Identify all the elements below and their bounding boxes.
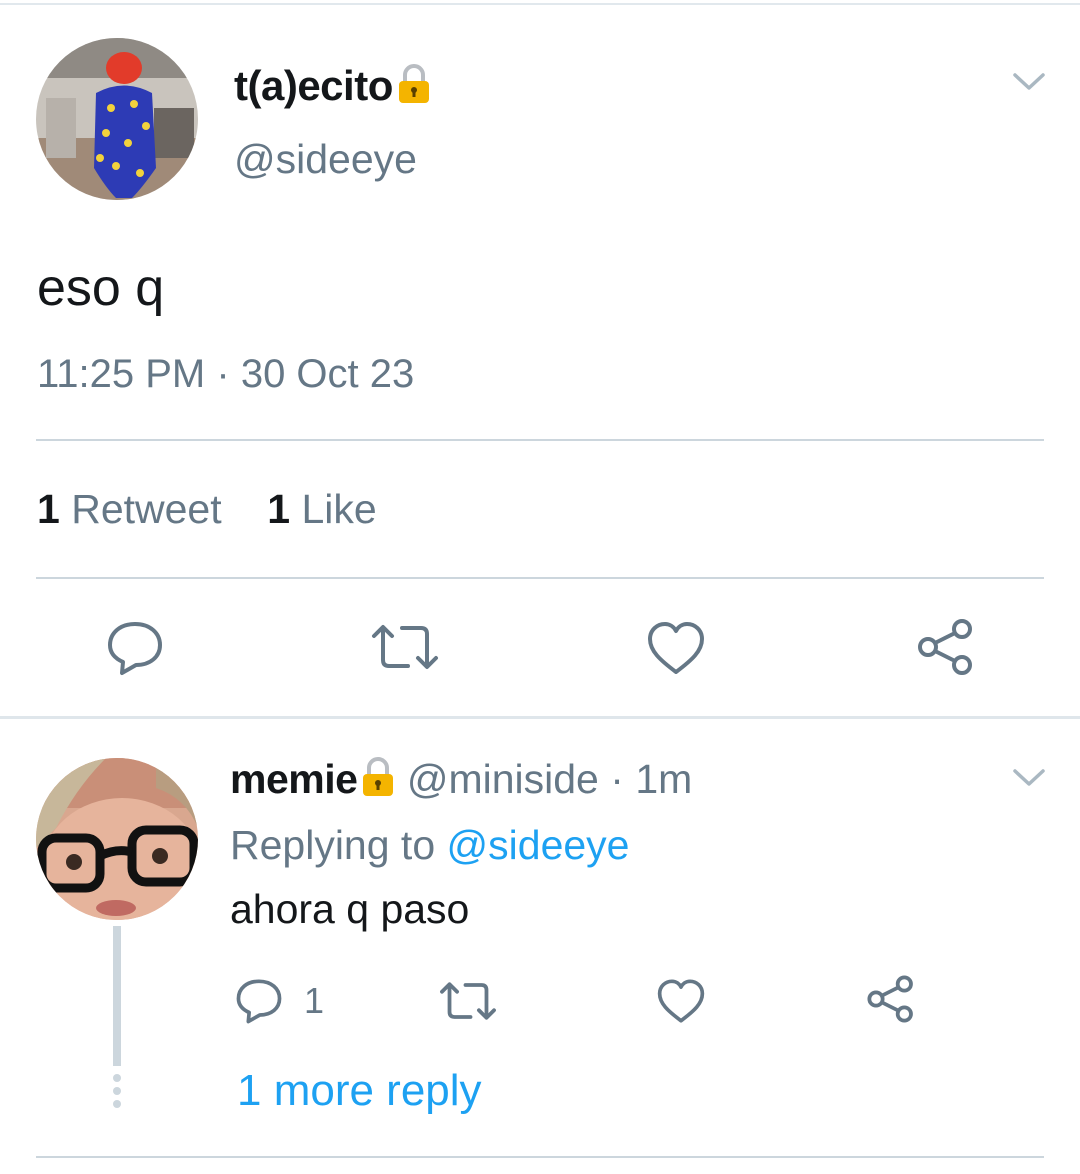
avatar[interactable] [36, 38, 198, 200]
thread-dot [113, 1087, 121, 1095]
more-replies-link[interactable]: 1 more reply [237, 1066, 482, 1116]
like-icon[interactable] [656, 978, 706, 1024]
retweet-stat[interactable]: 1 Retweet [37, 486, 222, 532]
thread-dot [113, 1100, 121, 1108]
share-icon[interactable] [866, 974, 916, 1024]
reply-age: 1m [635, 756, 693, 802]
retweet-count: 1 [37, 486, 60, 532]
divider [36, 439, 1044, 441]
reply-display-name[interactable]: memie [230, 756, 358, 802]
lock-icon [363, 757, 394, 796]
display-name-text: t(a)ecito [234, 62, 393, 109]
retweet-icon[interactable] [370, 622, 440, 672]
tweet-date: 30 Oct 23 [240, 352, 415, 396]
reply-text: ahora q paso [230, 886, 470, 932]
top-divider [0, 3, 1080, 5]
reply-header: memie @miniside · 1m [230, 756, 692, 803]
section-separator [0, 716, 1080, 719]
retweet-icon[interactable] [438, 980, 498, 1022]
tweet-text: eso q [37, 259, 165, 317]
tweet-stats: 1 Retweet 1 Like [37, 486, 377, 533]
share-icon[interactable] [916, 618, 976, 676]
reply-icon[interactable] [234, 978, 284, 1024]
handle[interactable]: @sideeye [234, 136, 417, 183]
reply-handle[interactable]: @miniside [407, 756, 599, 802]
tweet-time: 11:25 PM [37, 352, 206, 396]
display-name[interactable]: t(a)ecito [234, 62, 431, 110]
replying-to: Replying to @sideeye [230, 822, 629, 869]
retweet-label: Retweet [71, 486, 222, 532]
divider [36, 577, 1044, 579]
replying-mention[interactable]: @sideeye [447, 822, 630, 868]
reply-icon[interactable] [106, 620, 164, 676]
replying-prefix: Replying to [230, 822, 436, 868]
meta-separator: · [610, 756, 624, 802]
like-stat[interactable]: 1 Like [267, 486, 376, 532]
reply-count: 1 [304, 980, 325, 1021]
chevron-down-icon[interactable] [1012, 766, 1046, 790]
chevron-down-icon[interactable] [1012, 70, 1046, 94]
lock-icon [398, 64, 429, 103]
avatar[interactable] [36, 758, 198, 920]
thread-dot [113, 1074, 121, 1082]
thread-line [113, 926, 121, 1066]
tweet-timestamp: 11:25 PM · 30 Oct 23 [37, 352, 414, 397]
like-label: Like [301, 486, 377, 532]
like-count: 1 [267, 486, 291, 532]
meta-separator: · [216, 352, 230, 396]
divider [36, 1156, 1044, 1158]
like-icon[interactable] [646, 620, 706, 676]
